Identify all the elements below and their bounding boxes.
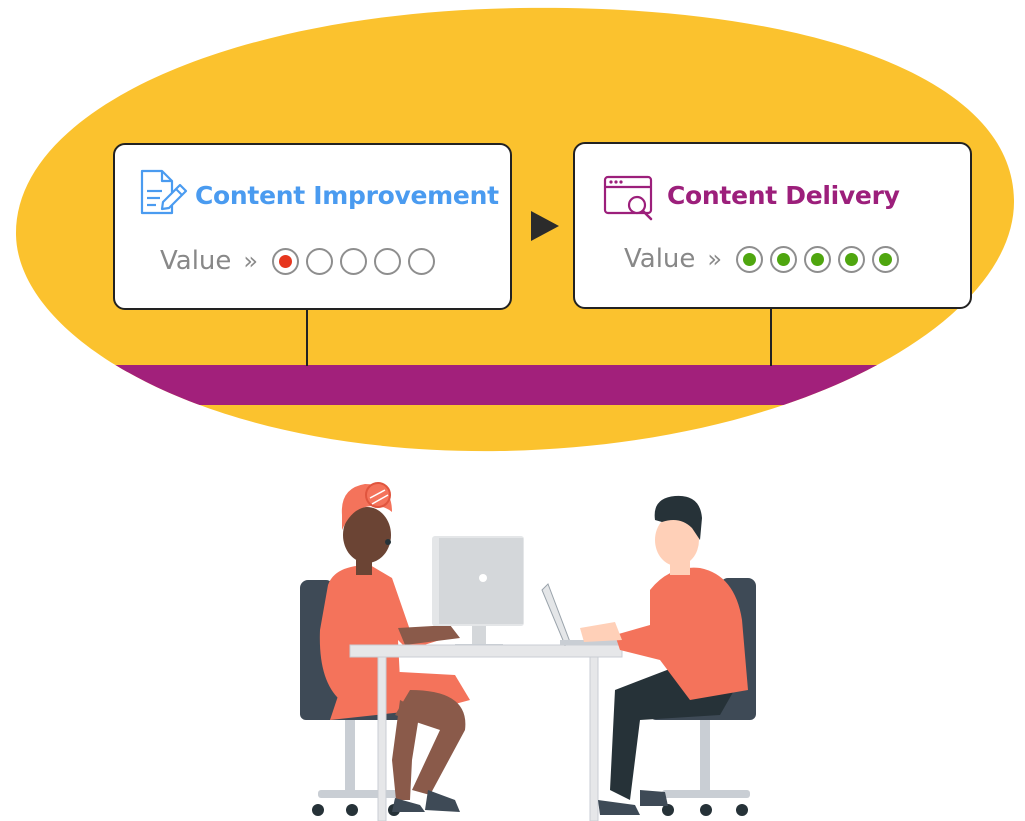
rating-dot-empty: [374, 247, 402, 275]
card-title: Content Delivery: [667, 181, 900, 210]
rating-dot-filled: [770, 245, 798, 273]
rating-dot-fill: [811, 252, 825, 266]
card-content-delivery: Content Delivery Value »: [573, 142, 972, 309]
value-row: Value »: [624, 244, 900, 274]
rating-dot-empty: [408, 247, 436, 275]
value-label: Value: [624, 244, 696, 274]
rating-dots: [272, 247, 436, 275]
value-label: Value: [160, 246, 232, 276]
value-row: Value »: [160, 246, 436, 276]
rating-dot-fill: [879, 252, 893, 266]
rating-dot-fill: [279, 254, 293, 268]
rating-dots: [736, 245, 900, 273]
rating-dot-fill: [845, 252, 859, 266]
rating-dot-filled: [804, 245, 832, 273]
rating-dot-fill: [743, 252, 757, 266]
rating-dot-filled: [872, 245, 900, 273]
document-edit-icon: [140, 169, 188, 215]
browser-search-icon: [603, 175, 653, 221]
card-title: Content Improvement: [195, 181, 499, 210]
arrow-right-icon: [531, 211, 559, 241]
rating-dot-empty: [340, 247, 368, 275]
rating-dot-filled: [838, 245, 866, 273]
double-chevron-icon: »: [707, 245, 723, 273]
rating-dot-filled: [736, 245, 764, 273]
rating-dot-fill: [777, 252, 791, 266]
magenta-band: [15, 365, 1015, 405]
rating-dot-empty: [306, 247, 334, 275]
card-content-improvement: Content Improvement Value »: [113, 143, 512, 310]
office-illustration: [300, 482, 756, 821]
double-chevron-icon: »: [243, 247, 259, 275]
rating-dot-filled: [272, 247, 300, 275]
